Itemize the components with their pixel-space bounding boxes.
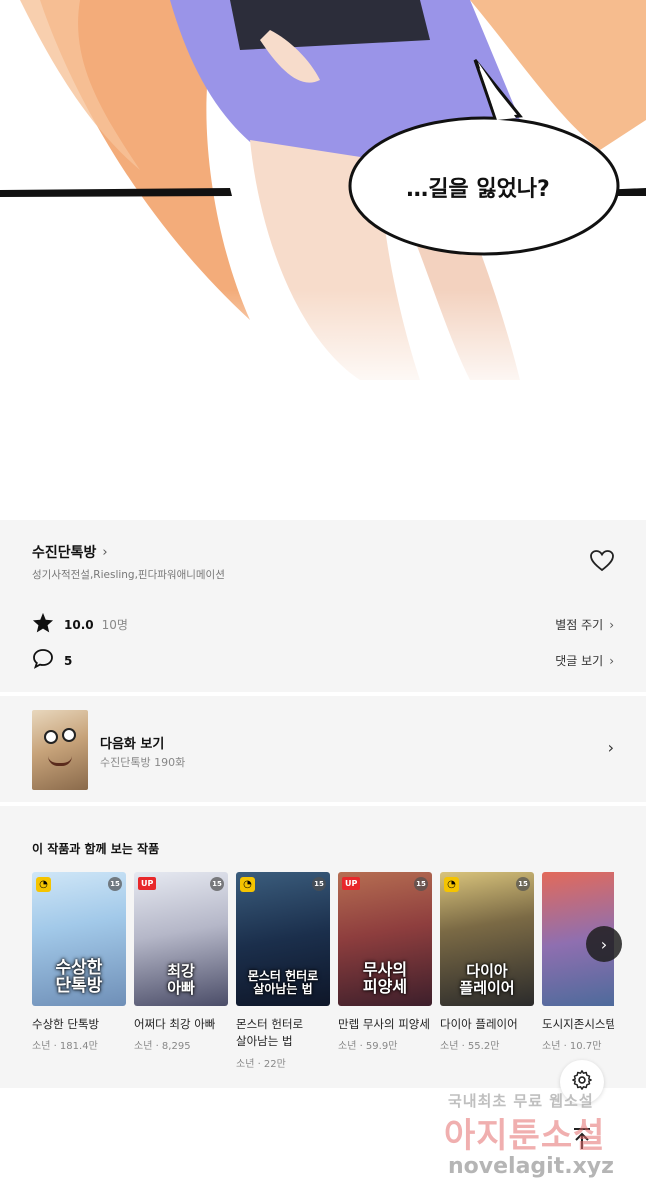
card-meta: 소년 · 55.2만 [440, 1041, 500, 1053]
age-rating-badge: 15 [108, 877, 122, 891]
series-title-link[interactable]: 수진단톡방 › [32, 542, 108, 562]
recommendation-card[interactable]: UP 15 무사의 피양세 만렙 무사의 피양세 소년 · 59.9만 [338, 872, 432, 1070]
rating-value: 10.0 [64, 617, 94, 632]
cover-image: ◔ 15 수상한 단톡방 [32, 872, 126, 1006]
up-badge: UP [342, 877, 361, 890]
speech-bubble-text: …길을 잃었나? [406, 177, 550, 202]
card-title: 몬스터 헌터로 살아남는 법 [236, 1017, 304, 1049]
card-title: 어쩌다 최강 아빠 [134, 1017, 216, 1031]
comment-bubble-icon [32, 648, 54, 673]
star-icon [32, 612, 54, 637]
rating-row: 10.0 10명 [32, 612, 128, 637]
next-episode-subtitle: 수진단톡방 190화 [100, 756, 186, 769]
chevron-right-icon: › [600, 934, 608, 954]
cover-image: UP 15 무사의 피양세 [338, 872, 432, 1006]
age-rating-badge: 15 [210, 877, 224, 891]
clock-icon: ◔ [240, 877, 255, 892]
cover-image: ◔ 15 몬스터 헌터로 살아남는 법 [236, 872, 330, 1006]
age-rating-badge: 15 [516, 877, 530, 891]
cover-image: UP 15 최강 아빠 [134, 872, 228, 1006]
watermark: 국내최초 무료 웹소설 아지툰소설 novelagit.xyz [440, 1086, 640, 1196]
recommendation-card[interactable]: ◔ 15 수상한 단톡방 수상한 단톡방 소년 · 181.4만 [32, 872, 126, 1070]
recommendations-section: 이 작품과 함께 보는 작품 ◔ 15 수상한 단톡방 수상한 단톡방 소년 · … [0, 806, 646, 1088]
next-episode-label: 다음화 보기 [100, 737, 165, 752]
comments-label: 댓글 보기 [555, 654, 604, 668]
heart-outline-icon[interactable] [590, 550, 614, 572]
series-title: 수진단톡방 [32, 545, 97, 561]
chevron-right-icon: › [102, 544, 108, 560]
settings-button[interactable] [560, 1060, 604, 1104]
chevron-right-icon: › [607, 738, 614, 757]
rate-button[interactable]: 별점 주기 › [555, 616, 614, 633]
series-authors: 성기사적전설,Riesling,핀다파워애니메이션 [32, 569, 225, 581]
next-episode-thumbnail [32, 710, 88, 790]
comment-row: 5 [32, 648, 72, 673]
up-badge: UP [138, 877, 157, 890]
comment-count: 5 [64, 653, 73, 668]
series-info: 수진단톡방 › 성기사적전설,Riesling,핀다파워애니메이션 10.0 1… [0, 520, 646, 692]
rate-label: 별점 주기 [555, 618, 604, 632]
card-meta: 소년 · 59.9만 [338, 1041, 398, 1053]
recommendation-card[interactable]: ◔ 15 몬스터 헌터로 살아남는 법 몬스터 헌터로 살아남는 법 소년 · 2… [236, 872, 330, 1070]
card-title: 만렙 무사의 피양세 [338, 1017, 430, 1031]
rating-count: 10명 [101, 618, 128, 632]
scroll-top-button[interactable] [562, 1122, 602, 1162]
comments-button[interactable]: 댓글 보기 › [555, 652, 614, 669]
card-title: 다이아 플레이어 [440, 1017, 518, 1031]
next-episode-card[interactable]: 다음화 보기 수진단톡방 190화 › [0, 696, 646, 802]
comic-illustration: …길을 잃었나? [0, 0, 646, 520]
carousel-next-button[interactable]: › [586, 926, 622, 962]
card-title: 도시지존시스템 [542, 1017, 614, 1031]
gear-icon [571, 1069, 593, 1095]
clock-icon: ◔ [444, 877, 459, 892]
chevron-right-icon: › [609, 617, 614, 632]
recommendation-list: ◔ 15 수상한 단톡방 수상한 단톡방 소년 · 181.4만 UP 15 최강… [32, 872, 614, 1070]
recommendation-card[interactable]: UP 15 최강 아빠 어쩌다 최강 아빠 소년 · 8,295 [134, 872, 228, 1070]
card-meta: 소년 · 8,295 [134, 1041, 191, 1053]
cover-image: ◔ 15 다이아 플레이어 [440, 872, 534, 1006]
card-meta: 소년 · 22만 [236, 1058, 286, 1070]
chevron-right-icon: › [609, 653, 614, 668]
recommendation-card[interactable]: ◔ 15 다이아 플레이어 다이아 플레이어 소년 · 55.2만 [440, 872, 534, 1070]
recommendation-card[interactable]: 도시지존시스템 소년 · 10.7만 [542, 872, 614, 1070]
comic-panel: …길을 잃었나? [0, 0, 646, 520]
card-meta: 소년 · 10.7만 [542, 1041, 602, 1053]
clock-icon: ◔ [36, 877, 51, 892]
age-rating-badge: 15 [414, 877, 428, 891]
card-meta: 소년 · 181.4만 [32, 1041, 98, 1053]
arrow-up-icon [571, 1127, 593, 1157]
age-rating-badge: 15 [312, 877, 326, 891]
recommendations-heading: 이 작품과 함께 보는 작품 [32, 842, 160, 856]
card-title: 수상한 단톡방 [32, 1017, 100, 1031]
